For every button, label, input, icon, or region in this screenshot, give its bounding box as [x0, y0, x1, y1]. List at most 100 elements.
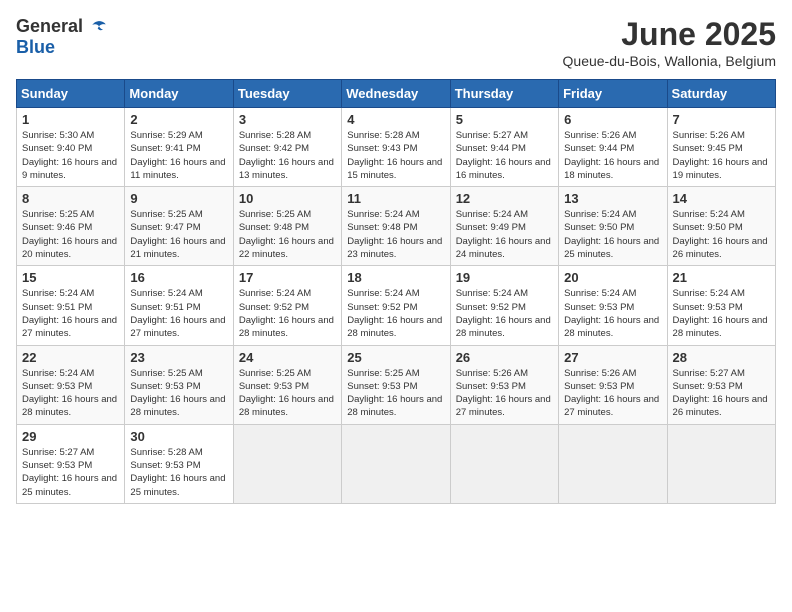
calendar-cell: 14 Sunrise: 5:24 AMSunset: 9:50 PMDayligh… [667, 187, 775, 266]
day-number: 9 [130, 191, 227, 206]
calendar-cell [233, 424, 341, 503]
day-info: Sunrise: 5:30 AMSunset: 9:40 PMDaylight:… [22, 129, 119, 182]
calendar-cell: 9Sunrise: 5:25 AMSunset: 9:47 PMDaylight… [125, 187, 233, 266]
day-number: 5 [456, 112, 553, 127]
day-number: 3 [239, 112, 336, 127]
page-header: General Blue June 2025 Queue-du-Bois, Wa… [16, 16, 776, 69]
calendar-week-row: 8 Sunrise: 5:25 AMSunset: 9:46 PMDaylight… [17, 187, 776, 266]
day-number: 1 [22, 112, 119, 127]
day-info: Sunrise: 5:24 AMSunset: 9:50 PMDaylight:… [673, 208, 770, 261]
day-number: 26 [456, 350, 553, 365]
day-info: Sunrise: 5:25 AMSunset: 9:46 PMDaylight:… [22, 208, 119, 261]
calendar-table: SundayMondayTuesdayWednesdayThursdayFrid… [16, 79, 776, 504]
day-number: 24 [239, 350, 336, 365]
calendar-cell: 10 Sunrise: 5:25 AMSunset: 9:48 PMDayligh… [233, 187, 341, 266]
day-number: 17 [239, 270, 336, 285]
day-header-friday: Friday [559, 80, 667, 108]
calendar-cell: 6Sunrise: 5:26 AMSunset: 9:44 PMDaylight… [559, 108, 667, 187]
day-info: Sunrise: 5:25 AMSunset: 9:53 PMDaylight:… [347, 367, 444, 420]
day-number: 19 [456, 270, 553, 285]
calendar-cell: 13 Sunrise: 5:24 AMSunset: 9:50 PMDayligh… [559, 187, 667, 266]
calendar-week-row: 22 Sunrise: 5:24 AMSunset: 9:53 PMDayligh… [17, 345, 776, 424]
calendar-cell: 24 Sunrise: 5:25 AMSunset: 9:53 PMDayligh… [233, 345, 341, 424]
day-number: 18 [347, 270, 444, 285]
logo: General Blue [16, 16, 107, 58]
day-info: Sunrise: 5:24 AMSunset: 9:52 PMDaylight:… [456, 287, 553, 340]
day-number: 21 [673, 270, 770, 285]
day-info: Sunrise: 5:25 AMSunset: 9:53 PMDaylight:… [239, 367, 336, 420]
logo-general: General [16, 16, 83, 37]
calendar-cell: 2 Sunrise: 5:29 AMSunset: 9:41 PMDaylight… [125, 108, 233, 187]
calendar-cell: 27Sunrise: 5:26 AMSunset: 9:53 PMDayligh… [559, 345, 667, 424]
day-number: 10 [239, 191, 336, 206]
day-number: 8 [22, 191, 119, 206]
day-number: 20 [564, 270, 661, 285]
calendar-cell: 29 Sunrise: 5:27 AMSunset: 9:53 PMDayligh… [17, 424, 125, 503]
calendar-week-row: 29 Sunrise: 5:27 AMSunset: 9:53 PMDayligh… [17, 424, 776, 503]
day-info: Sunrise: 5:27 AMSunset: 9:53 PMDaylight:… [22, 446, 119, 499]
day-number: 4 [347, 112, 444, 127]
day-info: Sunrise: 5:24 AMSunset: 9:50 PMDaylight:… [564, 208, 661, 261]
day-number: 7 [673, 112, 770, 127]
calendar-cell: 7 Sunrise: 5:26 AMSunset: 9:45 PMDaylight… [667, 108, 775, 187]
day-number: 30 [130, 429, 227, 444]
calendar-cell [559, 424, 667, 503]
day-number: 27 [564, 350, 661, 365]
day-number: 28 [673, 350, 770, 365]
day-info: Sunrise: 5:26 AMSunset: 9:53 PMDaylight:… [456, 367, 553, 420]
calendar-cell [667, 424, 775, 503]
day-info: Sunrise: 5:26 AMSunset: 9:44 PMDaylight:… [564, 129, 661, 182]
calendar-cell: 16 Sunrise: 5:24 AMSunset: 9:51 PMDayligh… [125, 266, 233, 345]
calendar-cell: 1 Sunrise: 5:30 AMSunset: 9:40 PMDaylight… [17, 108, 125, 187]
day-info: Sunrise: 5:24 AMSunset: 9:52 PMDaylight:… [347, 287, 444, 340]
calendar-cell [342, 424, 450, 503]
calendar-cell: 8 Sunrise: 5:25 AMSunset: 9:46 PMDaylight… [17, 187, 125, 266]
day-number: 29 [22, 429, 119, 444]
day-info: Sunrise: 5:25 AMSunset: 9:48 PMDaylight:… [239, 208, 336, 261]
day-header-tuesday: Tuesday [233, 80, 341, 108]
day-header-sunday: Sunday [17, 80, 125, 108]
calendar-cell: 23 Sunrise: 5:25 AMSunset: 9:53 PMDayligh… [125, 345, 233, 424]
day-number: 14 [673, 191, 770, 206]
calendar-cell: 4Sunrise: 5:28 AMSunset: 9:43 PMDaylight… [342, 108, 450, 187]
day-header-saturday: Saturday [667, 80, 775, 108]
day-info: Sunrise: 5:25 AMSunset: 9:53 PMDaylight:… [130, 367, 227, 420]
day-info: Sunrise: 5:24 AMSunset: 9:51 PMDaylight:… [130, 287, 227, 340]
day-info: Sunrise: 5:29 AMSunset: 9:41 PMDaylight:… [130, 129, 227, 182]
day-number: 22 [22, 350, 119, 365]
calendar-cell: 30 Sunrise: 5:28 AMSunset: 9:53 PMDayligh… [125, 424, 233, 503]
day-number: 25 [347, 350, 444, 365]
day-number: 12 [456, 191, 553, 206]
title-block: June 2025 Queue-du-Bois, Wallonia, Belgi… [563, 16, 776, 69]
day-number: 15 [22, 270, 119, 285]
calendar-cell: 25 Sunrise: 5:25 AMSunset: 9:53 PMDayligh… [342, 345, 450, 424]
calendar-cell: 19 Sunrise: 5:24 AMSunset: 9:52 PMDayligh… [450, 266, 558, 345]
calendar-cell: 12 Sunrise: 5:24 AMSunset: 9:49 PMDayligh… [450, 187, 558, 266]
day-info: Sunrise: 5:24 AMSunset: 9:51 PMDaylight:… [22, 287, 119, 340]
day-info: Sunrise: 5:24 AMSunset: 9:53 PMDaylight:… [22, 367, 119, 420]
day-number: 2 [130, 112, 227, 127]
day-number: 11 [347, 191, 444, 206]
day-number: 23 [130, 350, 227, 365]
day-info: Sunrise: 5:26 AMSunset: 9:45 PMDaylight:… [673, 129, 770, 182]
day-info: Sunrise: 5:24 AMSunset: 9:52 PMDaylight:… [239, 287, 336, 340]
day-info: Sunrise: 5:27 AMSunset: 9:44 PMDaylight:… [456, 129, 553, 182]
day-number: 13 [564, 191, 661, 206]
day-info: Sunrise: 5:24 AMSunset: 9:49 PMDaylight:… [456, 208, 553, 261]
calendar-cell: 3 Sunrise: 5:28 AMSunset: 9:42 PMDaylight… [233, 108, 341, 187]
calendar-subtitle: Queue-du-Bois, Wallonia, Belgium [563, 53, 776, 69]
calendar-title: June 2025 [563, 16, 776, 53]
day-number: 16 [130, 270, 227, 285]
calendar-cell: 11Sunrise: 5:24 AMSunset: 9:48 PMDayligh… [342, 187, 450, 266]
calendar-cell: 15 Sunrise: 5:24 AMSunset: 9:51 PMDayligh… [17, 266, 125, 345]
calendar-cell: 5 Sunrise: 5:27 AMSunset: 9:44 PMDaylight… [450, 108, 558, 187]
day-info: Sunrise: 5:24 AMSunset: 9:53 PMDaylight:… [673, 287, 770, 340]
day-header-monday: Monday [125, 80, 233, 108]
calendar-cell: 18 Sunrise: 5:24 AMSunset: 9:52 PMDayligh… [342, 266, 450, 345]
calendar-cell: 17 Sunrise: 5:24 AMSunset: 9:52 PMDayligh… [233, 266, 341, 345]
logo-blue: Blue [16, 37, 55, 58]
calendar-week-row: 15 Sunrise: 5:24 AMSunset: 9:51 PMDayligh… [17, 266, 776, 345]
calendar-cell: 20Sunrise: 5:24 AMSunset: 9:53 PMDayligh… [559, 266, 667, 345]
day-info: Sunrise: 5:28 AMSunset: 9:42 PMDaylight:… [239, 129, 336, 182]
day-info: Sunrise: 5:28 AMSunset: 9:53 PMDaylight:… [130, 446, 227, 499]
